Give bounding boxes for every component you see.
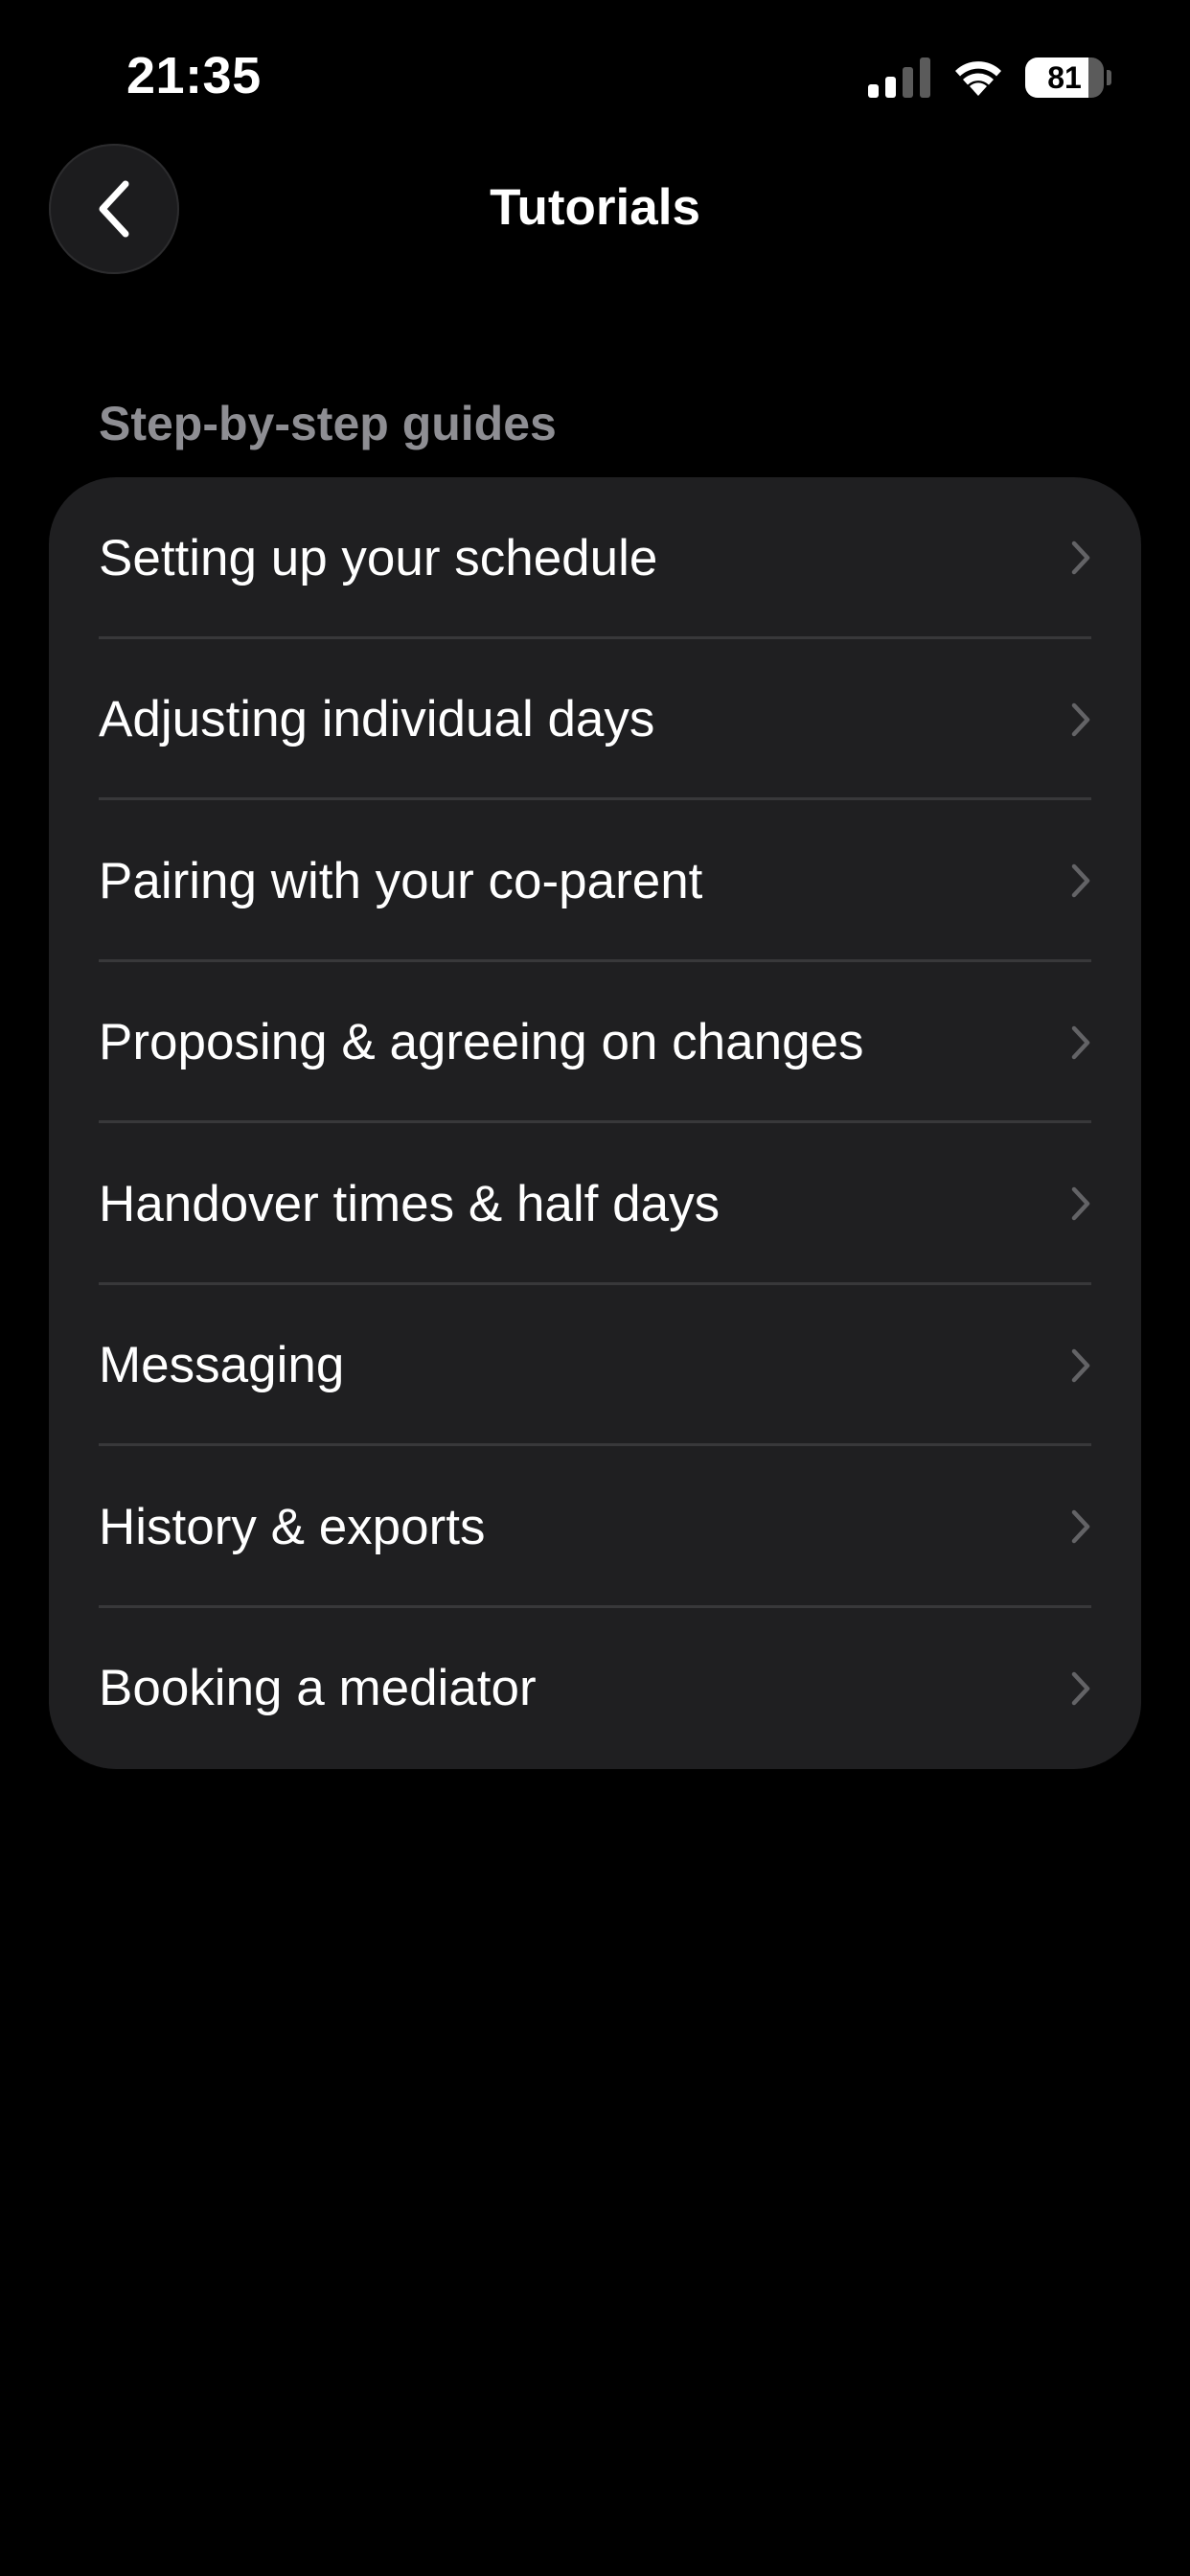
list-item-history-exports[interactable]: History & exports	[49, 1446, 1141, 1608]
chevron-right-icon	[1071, 1025, 1090, 1059]
wifi-icon	[955, 61, 1001, 96]
status-time: 21:35	[126, 47, 262, 104]
list-item-adjusting-individual-days[interactable]: Adjusting individual days	[49, 639, 1141, 801]
chevron-right-icon	[1071, 1348, 1090, 1382]
chevron-right-icon	[1071, 864, 1090, 898]
list-item-label: Adjusting individual days	[99, 691, 655, 748]
list-item-setting-up-schedule[interactable]: Setting up your schedule	[49, 477, 1141, 639]
status-bar: 21:35 81	[0, 0, 1190, 153]
battery-cap	[1107, 70, 1111, 85]
list-item-booking-mediator[interactable]: Booking a mediator	[49, 1608, 1141, 1770]
battery-icon: 81	[1025, 58, 1111, 98]
page-title: Tutorials	[490, 179, 700, 236]
tutorials-list: Setting up your schedule Adjusting indiv…	[49, 477, 1141, 1769]
list-item-label: Pairing with your co-parent	[99, 852, 703, 909]
list-item-label: Setting up your schedule	[99, 529, 658, 586]
battery-level: 81	[1047, 60, 1082, 95]
chevron-right-icon	[1071, 541, 1090, 575]
chevron-right-icon	[1071, 1510, 1090, 1544]
list-item-label: Handover times & half days	[99, 1175, 721, 1232]
chevron-right-icon	[1071, 702, 1090, 736]
list-item-pairing-co-parent[interactable]: Pairing with your co-parent	[49, 800, 1141, 962]
cellular-signal-icon	[868, 58, 930, 98]
battery-body: 81	[1025, 58, 1104, 98]
list-item-label: Proposing & agreeing on changes	[99, 1014, 864, 1071]
chevron-right-icon	[1071, 1671, 1090, 1705]
list-item-proposing-changes[interactable]: Proposing & agreeing on changes	[49, 962, 1141, 1124]
chevron-right-icon	[1071, 1187, 1090, 1221]
list-item-handover-times[interactable]: Handover times & half days	[49, 1123, 1141, 1285]
list-item-label: Messaging	[99, 1337, 345, 1394]
list-item-label: Booking a mediator	[99, 1660, 537, 1717]
list-item-messaging[interactable]: Messaging	[49, 1285, 1141, 1447]
section-header: Step-by-step guides	[99, 397, 557, 450]
list-item-label: History & exports	[99, 1498, 486, 1555]
